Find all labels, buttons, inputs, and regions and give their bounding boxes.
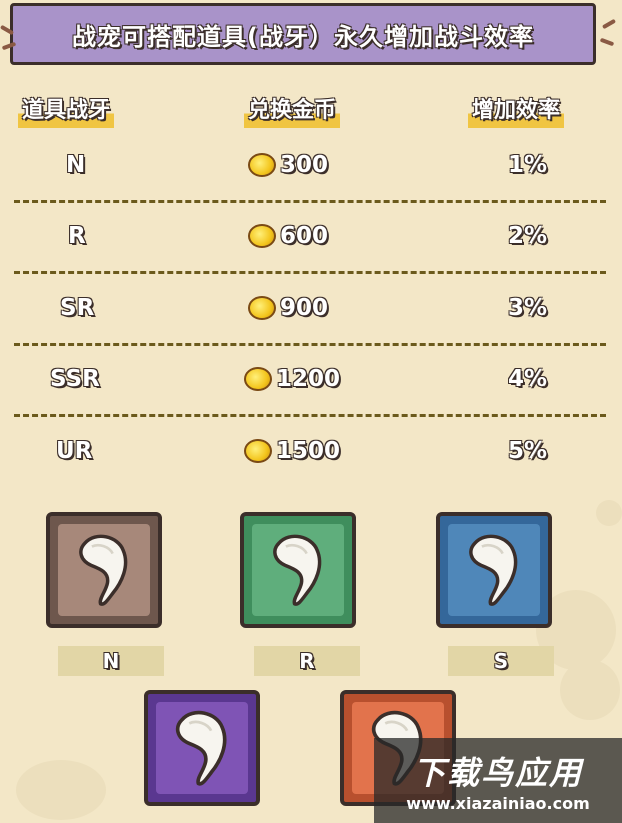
coins-cell: 1200: [244, 366, 340, 392]
table-row: SR 900 3%: [0, 295, 622, 345]
rate-cell: 2%: [508, 223, 548, 249]
fang-card-n[interactable]: [46, 512, 162, 628]
header-coins: 兑换金币: [244, 92, 341, 128]
gold-coin-icon: [248, 296, 276, 320]
coins-cell: 600: [248, 223, 328, 249]
coins-value: 1500: [276, 438, 341, 464]
gold-coin-icon: [248, 153, 276, 177]
title-banner: 战宠可搭配道具(战牙）永久增加战斗效率: [10, 3, 596, 65]
rate-cell: 5%: [508, 438, 548, 464]
coins-value: 1200: [276, 366, 341, 392]
fang-icon: [69, 531, 139, 609]
fang-card-r[interactable]: [240, 512, 356, 628]
card-face: [252, 524, 344, 616]
card-label: N: [102, 649, 120, 673]
banner-decoration: [601, 18, 617, 30]
rate-cell: 1%: [508, 152, 548, 178]
table-row: SSR 1200 4%: [0, 366, 622, 416]
card-label-bar: N: [58, 646, 164, 676]
fang-icon: [459, 531, 529, 609]
banner-title: 战宠可搭配道具(战牙）永久增加战斗效率: [72, 22, 534, 51]
watermark-url: www.xiazainiao.com: [406, 794, 590, 813]
grade-cell: SR: [60, 295, 95, 321]
row-divider: [14, 271, 606, 274]
watermark: 下载鸟应用 www.xiazainiao.com: [374, 738, 622, 823]
header-item: 道具战牙: [18, 92, 115, 128]
coins-value: 600: [280, 223, 329, 249]
bg-bubble: [16, 760, 106, 820]
coins-cell: 1500: [244, 438, 340, 464]
fang-icon: [165, 707, 239, 789]
watermark-text: 下载鸟应用: [412, 754, 583, 792]
table-row: R 600 2%: [0, 223, 622, 273]
table-row: UR 1500 5%: [0, 438, 622, 488]
card-label: S: [493, 649, 509, 673]
rate-cell: 3%: [508, 295, 548, 321]
gold-coin-icon: [244, 367, 272, 391]
bg-bubble: [560, 660, 620, 720]
banner-decoration: [599, 37, 615, 47]
card-label-bar: R: [254, 646, 360, 676]
table-row: N 300 1%: [0, 152, 622, 202]
card-face: [448, 524, 540, 616]
coins-value: 900: [280, 295, 329, 321]
card-label: R: [299, 649, 315, 673]
coins-value: 300: [280, 152, 329, 178]
grade-cell: N: [66, 152, 86, 178]
coins-cell: 300: [248, 152, 328, 178]
gold-coin-icon: [248, 224, 276, 248]
fang-card-s[interactable]: [436, 512, 552, 628]
fang-icon: [263, 531, 333, 609]
card-face: [156, 702, 248, 794]
card-face: [58, 524, 150, 616]
header-rate: 增加效率: [468, 92, 565, 128]
row-divider: [14, 343, 606, 346]
bg-bubble: [596, 500, 622, 526]
grade-cell: UR: [56, 438, 93, 464]
row-divider: [14, 414, 606, 417]
row-divider: [14, 200, 606, 203]
gold-coin-icon: [244, 439, 272, 463]
fang-card-purple[interactable]: [144, 690, 260, 806]
coins-cell: 900: [248, 295, 328, 321]
grade-cell: R: [68, 223, 86, 249]
grade-cell: SSR: [50, 366, 100, 392]
card-label-bar: S: [448, 646, 554, 676]
rate-cell: 4%: [508, 366, 548, 392]
